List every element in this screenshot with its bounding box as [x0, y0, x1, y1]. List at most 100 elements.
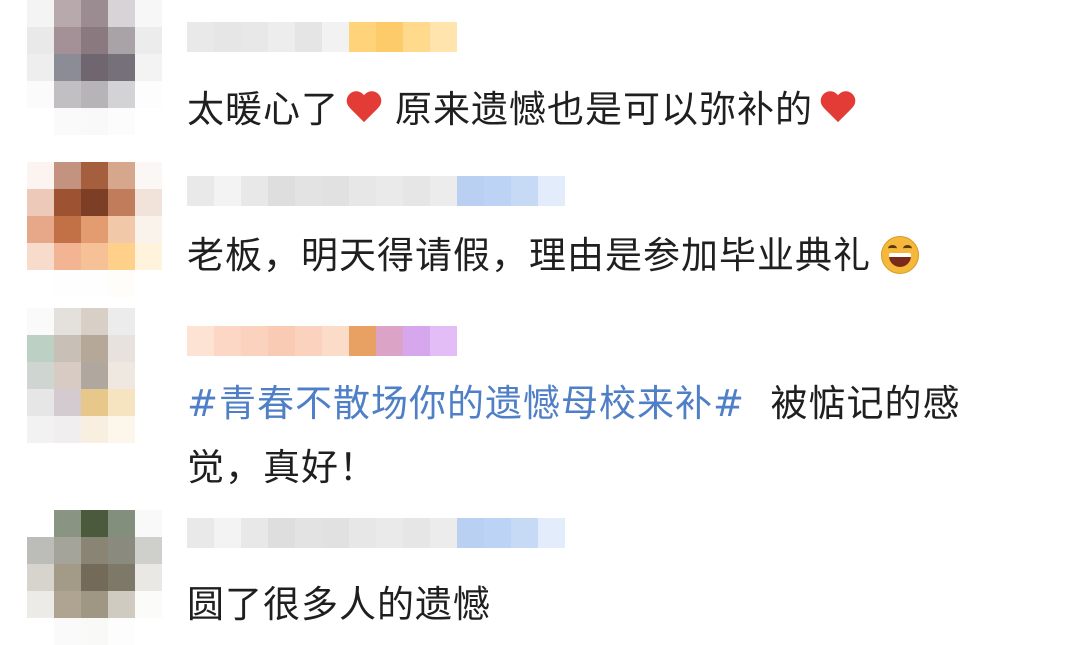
- avatar-pixel: [81, 416, 108, 443]
- avatar-pixel: [27, 389, 54, 416]
- username-pixel: [403, 326, 430, 356]
- avatar-pixel: [27, 335, 54, 362]
- username-pixel: [349, 326, 376, 356]
- avatar-pixel: [27, 537, 54, 564]
- username-blurred[interactable]: [187, 176, 565, 206]
- username-pixel: [322, 176, 349, 206]
- avatar-pixel: [135, 108, 162, 135]
- username-pixel: [322, 326, 349, 356]
- avatar-pixel: [27, 0, 54, 27]
- username-pixel: [187, 326, 214, 356]
- avatar-pixel: [81, 270, 108, 297]
- username-blurred[interactable]: [187, 22, 457, 52]
- comment-text: 太暖心了 原来遗憾也是可以弥补的: [187, 78, 1037, 142]
- username-pixel: [430, 326, 457, 356]
- username-pixel: [295, 22, 322, 52]
- avatar-pixel: [108, 510, 135, 537]
- avatar-pixel: [27, 162, 54, 189]
- avatar-pixel: [27, 270, 54, 297]
- username-pixel: [376, 326, 403, 356]
- avatar-pixel: [81, 81, 108, 108]
- avatar-pixel: [108, 108, 135, 135]
- avatar-pixel: [27, 54, 54, 81]
- username-pixel: [295, 326, 322, 356]
- avatar-pixel: [135, 308, 162, 335]
- comment-text: #青春不散场你的遗憾母校来补# 被惦记的感 觉，真好！: [187, 372, 1037, 500]
- avatar-pixel: [27, 81, 54, 108]
- username-pixel: [376, 22, 403, 52]
- avatar-pixel: [81, 335, 108, 362]
- username-pixel: [241, 22, 268, 52]
- username-pixel: [322, 518, 349, 548]
- avatar-pixel: [135, 270, 162, 297]
- comment-text-part: 老板，明天得请假，理由是参加毕业典礼: [187, 234, 871, 277]
- avatar-pixel: [54, 537, 81, 564]
- avatar-pixel: [27, 189, 54, 216]
- avatar-pixel: [108, 335, 135, 362]
- avatar-pixel: [54, 243, 81, 270]
- avatar-pixel: [54, 0, 81, 27]
- comment-text: 老板，明天得请假，理由是参加毕业典礼: [187, 224, 1037, 288]
- avatar-pixel: [54, 564, 81, 591]
- avatar[interactable]: [27, 0, 162, 135]
- avatar-pixel: [54, 189, 81, 216]
- username-pixel: [268, 22, 295, 52]
- comment-text: 圆了很多人的遗憾: [187, 573, 1037, 637]
- avatar-pixel: [27, 108, 54, 135]
- username-pixel: [268, 326, 295, 356]
- username-pixel: [214, 22, 241, 52]
- topic-hashtag-link[interactable]: #青春不散场你的遗憾母校来补#: [187, 382, 745, 425]
- username-pixel: [214, 518, 241, 548]
- avatar-pixel: [81, 216, 108, 243]
- avatar-pixel: [135, 389, 162, 416]
- avatar-pixel: [108, 537, 135, 564]
- avatar-pixel: [54, 335, 81, 362]
- avatar-pixel: [108, 389, 135, 416]
- avatar-pixel: [135, 510, 162, 537]
- avatar-pixel: [81, 0, 108, 27]
- username-pixel: [268, 176, 295, 206]
- heart-icon: [819, 90, 857, 124]
- username-pixel: [349, 518, 376, 548]
- avatar-pixel: [108, 0, 135, 27]
- username-blurred[interactable]: [187, 518, 565, 548]
- username-pixel: [187, 176, 214, 206]
- username-pixel: [403, 518, 430, 548]
- avatar-pixel: [54, 54, 81, 81]
- avatar-pixel: [81, 591, 108, 618]
- avatar-pixel: [81, 362, 108, 389]
- username-blurred[interactable]: [187, 326, 457, 356]
- avatar-pixel: [108, 270, 135, 297]
- avatar-pixel: [27, 308, 54, 335]
- username-pixel: [457, 518, 484, 548]
- avatar-pixel: [27, 591, 54, 618]
- avatar[interactable]: [27, 162, 162, 297]
- username-pixel: [295, 518, 322, 548]
- avatar-pixel: [27, 416, 54, 443]
- avatar-pixel: [54, 389, 81, 416]
- avatar-pixel: [81, 189, 108, 216]
- avatar-pixel: [108, 27, 135, 54]
- avatar-pixel: [108, 189, 135, 216]
- laughing-face-icon: [881, 236, 919, 274]
- avatar[interactable]: [27, 308, 162, 443]
- username-pixel: [349, 22, 376, 52]
- username-pixel: [376, 518, 403, 548]
- comment-text-part: 原来遗憾也是可以弥补的: [395, 88, 813, 131]
- username-pixel: [484, 176, 511, 206]
- avatar-pixel: [135, 162, 162, 189]
- avatar-pixel: [108, 564, 135, 591]
- avatar-pixel: [135, 591, 162, 618]
- heart-icon: [345, 90, 383, 124]
- avatar-pixel: [135, 416, 162, 443]
- avatar-pixel: [27, 27, 54, 54]
- avatar[interactable]: [27, 510, 162, 645]
- username-pixel: [538, 176, 565, 206]
- avatar-pixel: [81, 243, 108, 270]
- avatar-pixel: [54, 270, 81, 297]
- avatar-pixel: [54, 510, 81, 537]
- avatar-pixel: [54, 81, 81, 108]
- username-pixel: [295, 176, 322, 206]
- avatar-pixel: [108, 362, 135, 389]
- username-pixel: [403, 176, 430, 206]
